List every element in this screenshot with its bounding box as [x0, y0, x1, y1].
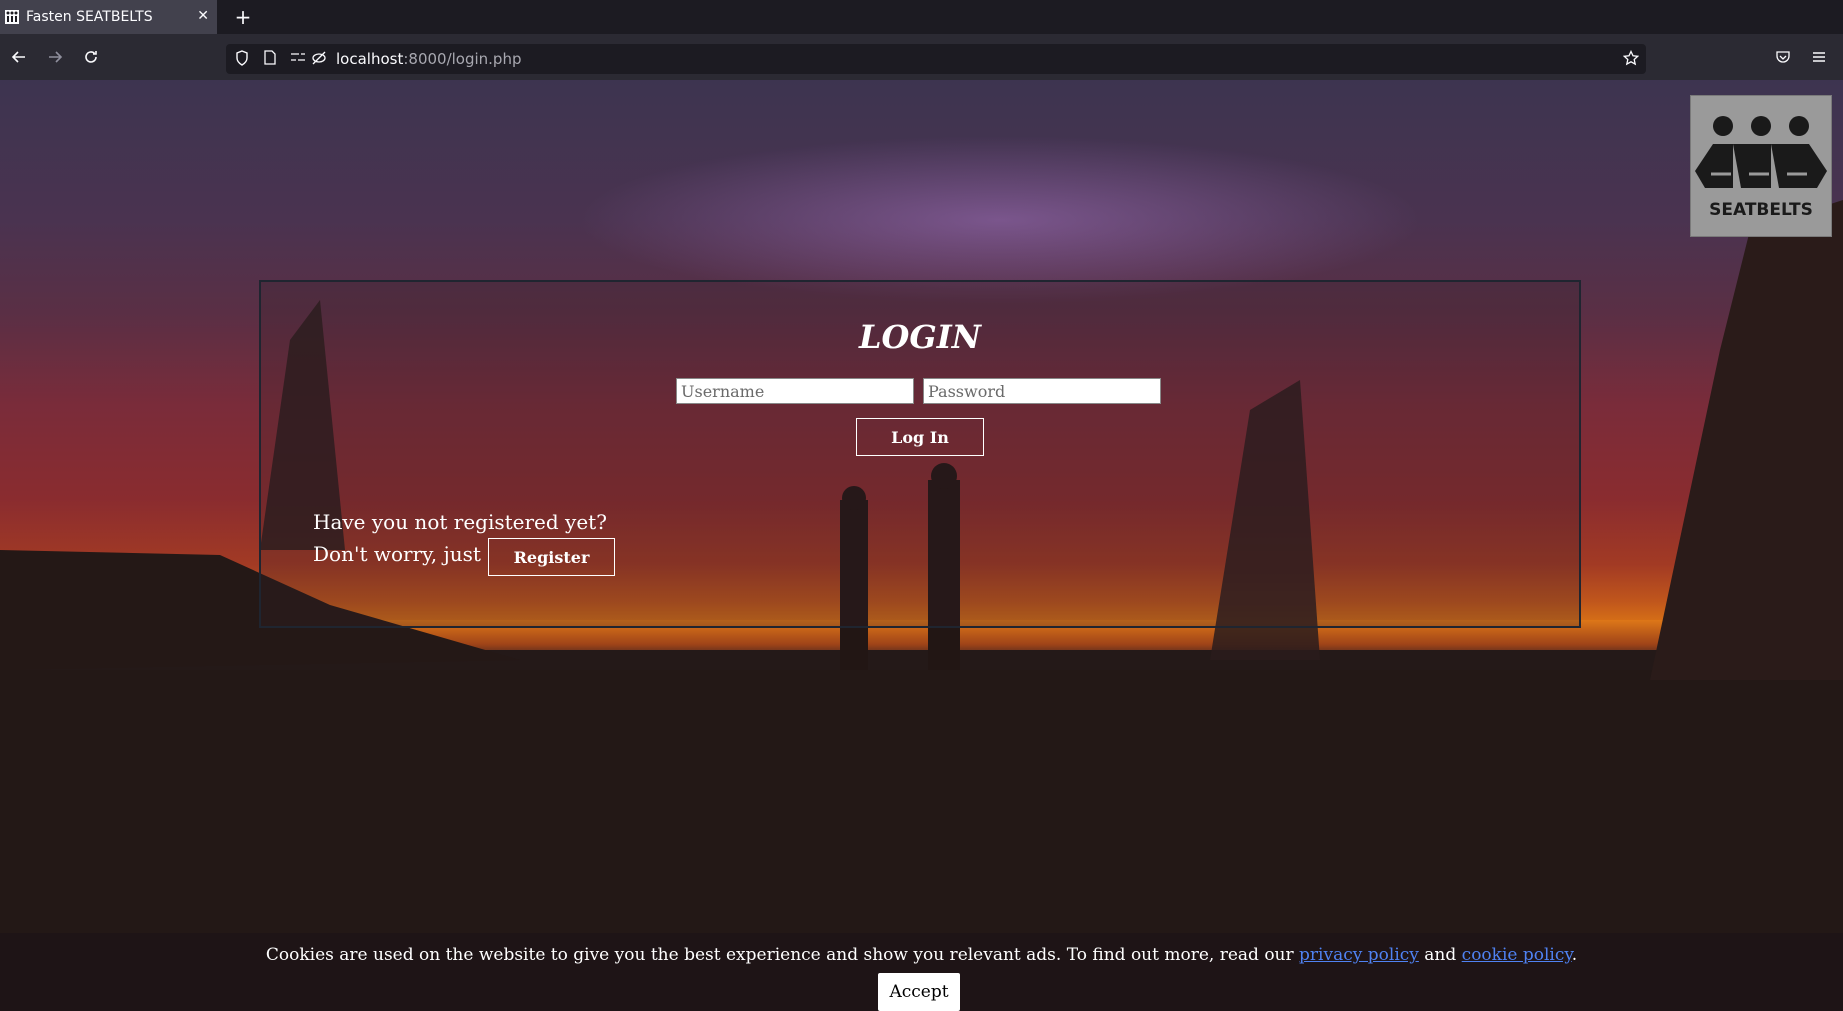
- username-input[interactable]: [676, 378, 914, 404]
- shield-icon[interactable]: [233, 50, 251, 68]
- privacy-policy-link[interactable]: privacy policy: [1299, 945, 1419, 965]
- register-prompt: Have you not registered yet?: [313, 510, 607, 534]
- page-content: SEATBELTS LOGIN Log In Have you not regi…: [0, 80, 1843, 1011]
- url-path: :8000/login.php: [403, 50, 522, 68]
- tracking-protection-icon[interactable]: [310, 50, 328, 68]
- close-tab-icon[interactable]: ✕: [197, 8, 209, 24]
- new-tab-button[interactable]: +: [229, 3, 257, 31]
- tab-title: Fasten SEATBELTS: [26, 9, 153, 25]
- log-in-button[interactable]: Log In: [856, 418, 984, 456]
- reload-icon[interactable]: [77, 43, 105, 71]
- forward-arrow-icon[interactable]: [41, 43, 69, 71]
- cookie-message: Cookies are used on the website to give …: [0, 945, 1843, 965]
- logo-text: SEATBELTS: [1709, 200, 1813, 220]
- back-arrow-icon[interactable]: [5, 43, 33, 71]
- login-heading: LOGIN: [859, 318, 981, 356]
- cookie-text-middle: and: [1418, 945, 1462, 965]
- cookie-text-after: .: [1571, 945, 1578, 965]
- tab-bar: Fasten SEATBELTS ✕ +: [0, 0, 1843, 34]
- register-button[interactable]: Register: [488, 538, 615, 576]
- login-panel: LOGIN Log In Have you not registered yet…: [259, 280, 1581, 628]
- cookie-policy-link[interactable]: cookie policy: [1462, 945, 1572, 965]
- register-hint: Don't worry, just: [313, 542, 481, 566]
- bookmark-star-icon[interactable]: [1622, 49, 1640, 68]
- seatbelts-favicon-icon: [4, 9, 20, 25]
- url-text[interactable]: localhost:8000/login.php: [336, 50, 521, 68]
- password-input[interactable]: [923, 378, 1161, 404]
- url-host: localhost: [336, 50, 404, 68]
- cookie-text-before: Cookies are used on the website to give …: [265, 945, 1300, 965]
- permissions-icon[interactable]: [289, 50, 307, 68]
- menu-icon[interactable]: [1810, 50, 1828, 68]
- cookie-banner: Cookies are used on the website to give …: [0, 933, 1843, 1011]
- active-tab[interactable]: Fasten SEATBELTS ✕: [0, 0, 217, 34]
- page-icon: [261, 50, 279, 68]
- seatbelts-logo: SEATBELTS: [1690, 95, 1832, 237]
- accept-cookies-button[interactable]: Accept: [878, 973, 960, 1011]
- seatbelts-logo-icon: [1695, 116, 1827, 188]
- pocket-icon[interactable]: [1774, 50, 1792, 68]
